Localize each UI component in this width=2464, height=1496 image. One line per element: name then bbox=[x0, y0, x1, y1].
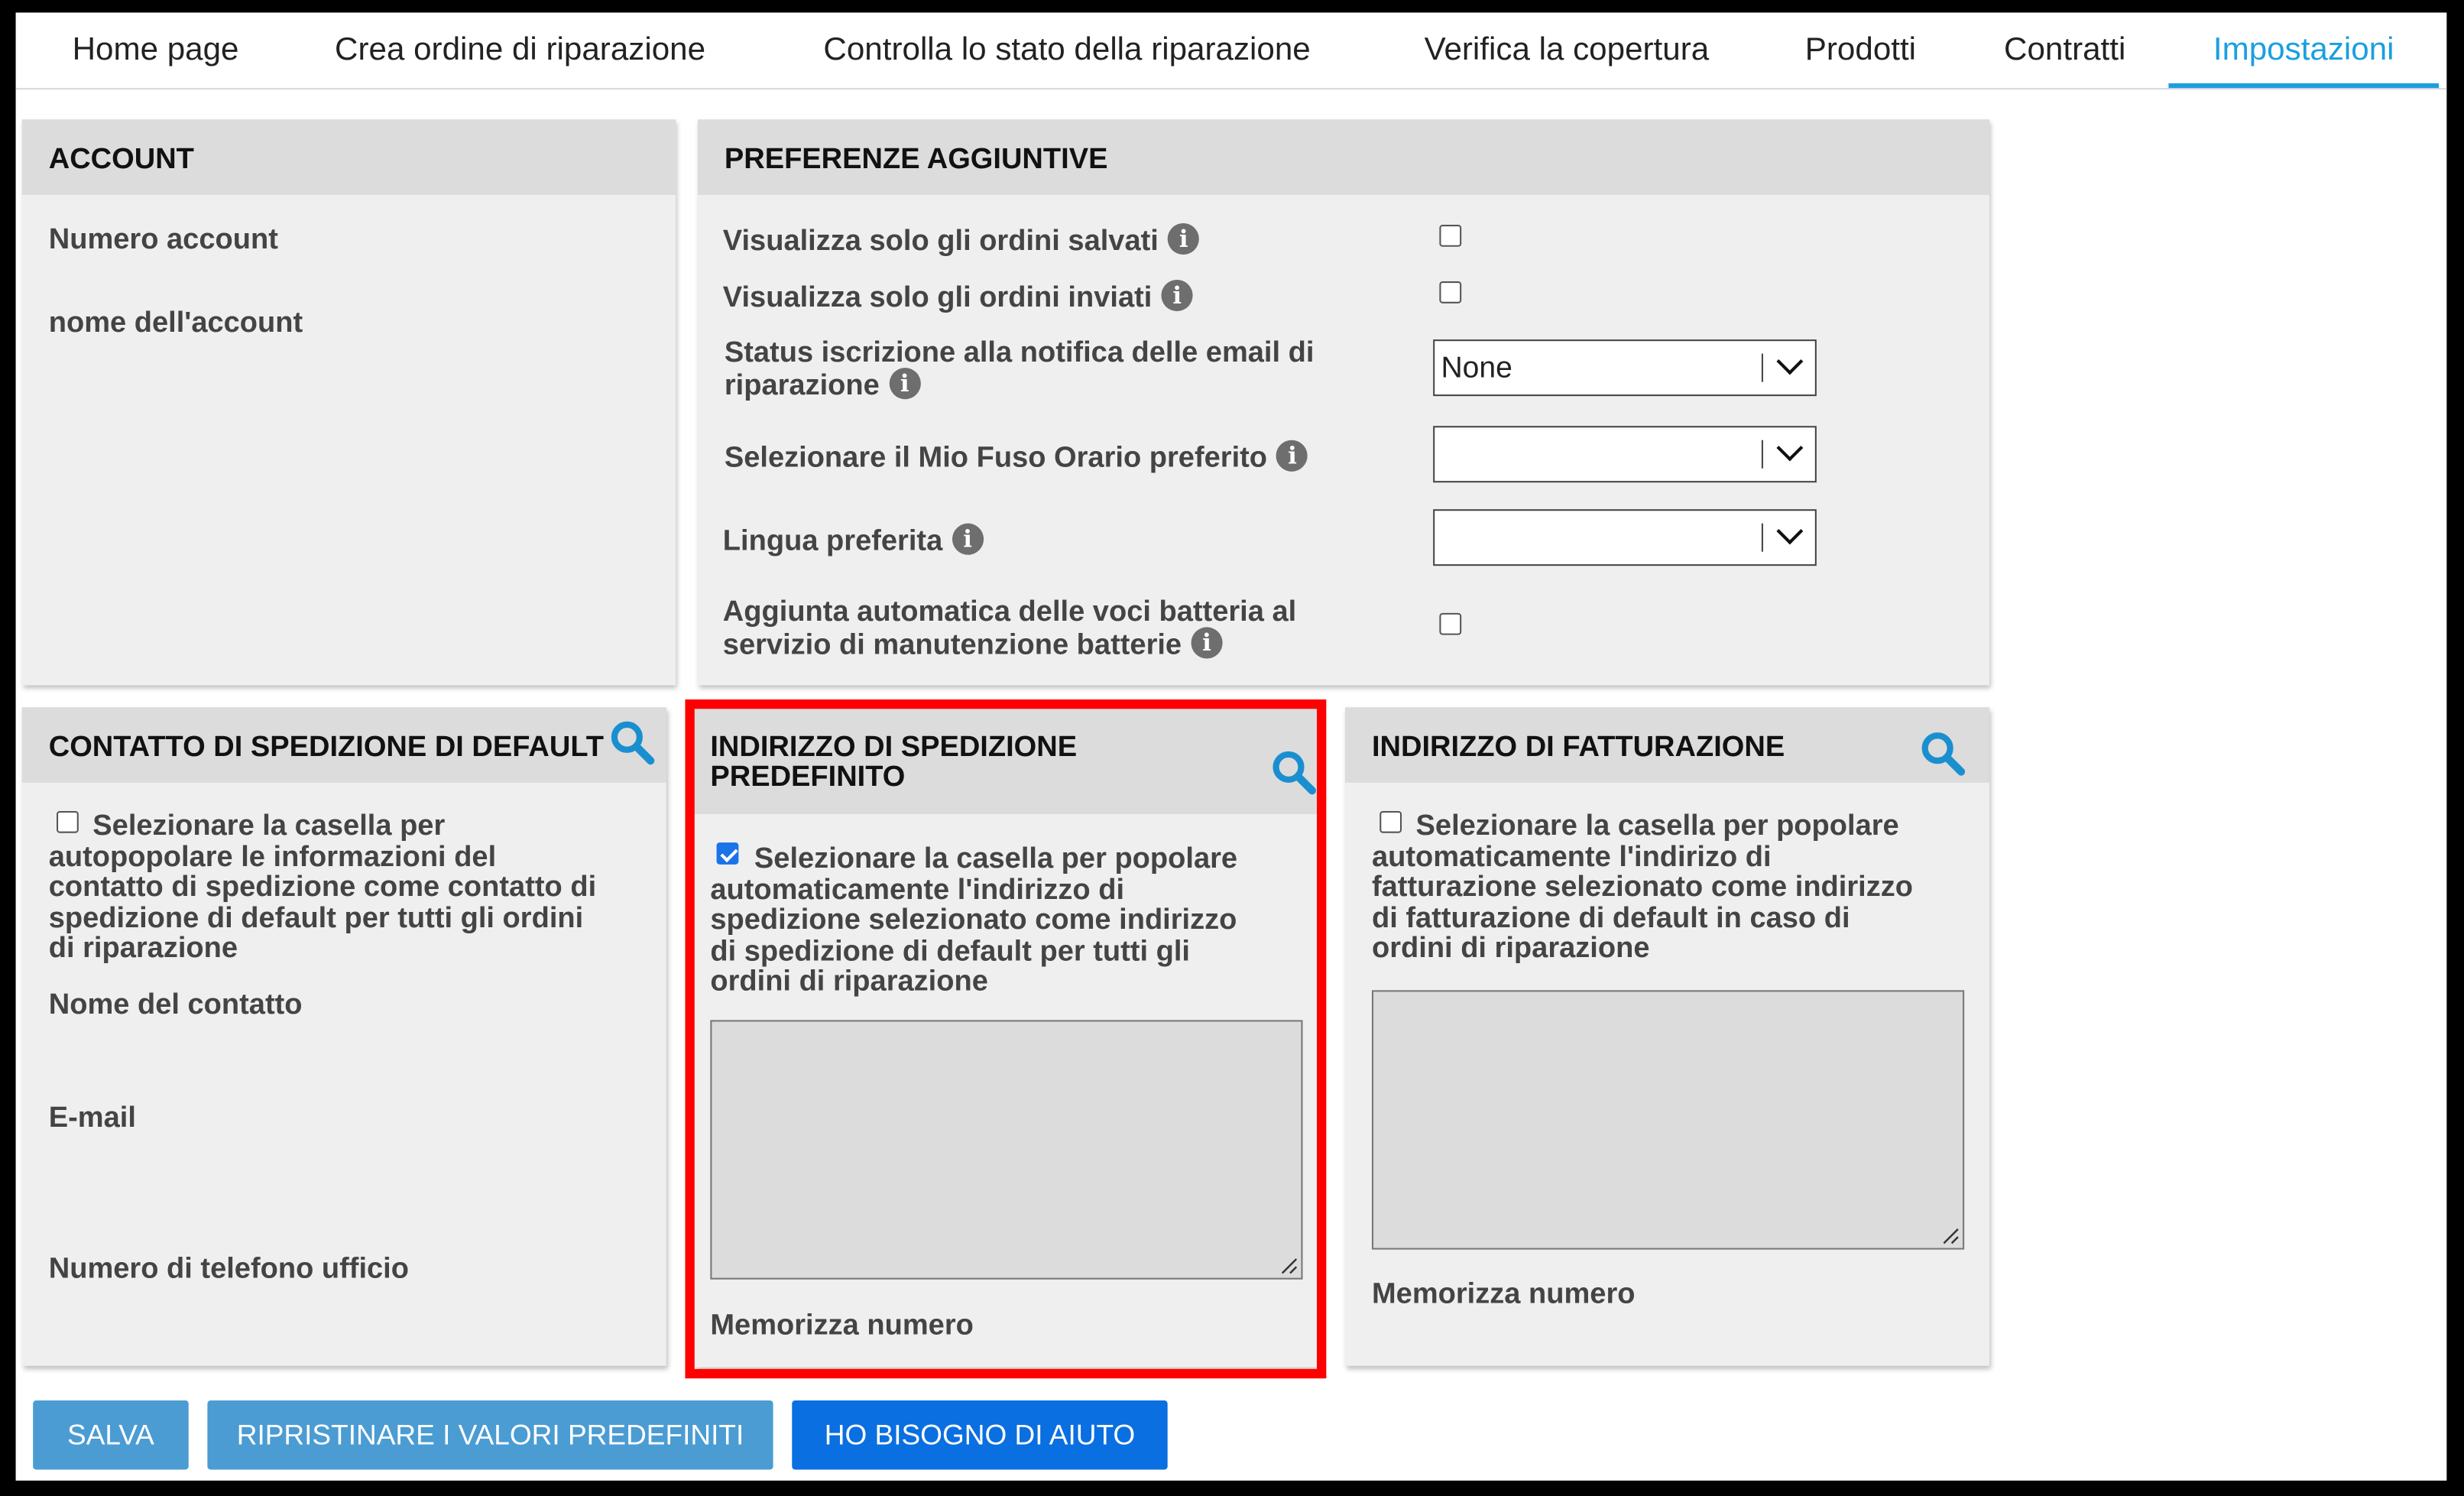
billing-store-number-label: Memorizza numero bbox=[1371, 1276, 1636, 1309]
info-icon[interactable]: i bbox=[1161, 280, 1193, 312]
shipping-address-title: INDIRIZZO DI SPEDIZIONE PREDEFINITO bbox=[710, 731, 1077, 790]
language-select[interactable] bbox=[1433, 509, 1817, 566]
cb-line: Selezionare la casella per bbox=[92, 807, 446, 842]
cb-line: ordini di riparazione bbox=[710, 963, 988, 997]
info-icon[interactable]: i bbox=[952, 523, 984, 556]
battery-label: Aggiunta automatica delle voci batteria … bbox=[723, 594, 1296, 662]
shipping-address-header: INDIRIZZO DI SPEDIZIONE PREDEFINITO bbox=[694, 707, 1319, 815]
account-number-label: Numero account bbox=[48, 221, 278, 255]
preferences-title: PREFERENZE AGGIUNTIVE bbox=[724, 141, 1108, 175]
account-title: ACCOUNT bbox=[48, 141, 194, 175]
cb-line: spedizione di default per tutti gli ordi… bbox=[48, 900, 584, 933]
shipping-address-title-line1: INDIRIZZO DI SPEDIZIONE bbox=[710, 729, 1078, 763]
email-status-label: Status iscrizione alla notifica delle em… bbox=[725, 335, 1315, 403]
cb-line: spedizione selezionato come indirizzo bbox=[710, 902, 1237, 936]
info-icon[interactable]: i bbox=[1168, 223, 1200, 255]
chevron-down-icon bbox=[1776, 518, 1804, 545]
app-root: Home page Crea ordine di riparazione Con… bbox=[0, 0, 2464, 1496]
tab-create-repair-order[interactable]: Crea ordine di riparazione bbox=[302, 12, 739, 88]
save-button[interactable]: SALVA bbox=[33, 1400, 189, 1470]
battery-line2: servizio di manutenzione batterie bbox=[722, 627, 1182, 660]
search-icon[interactable] bbox=[1918, 729, 1966, 777]
billing-address-checkbox-text: Selezionare la casella per popolare auto… bbox=[1372, 810, 1913, 962]
billing-address-textarea[interactable] bbox=[1371, 990, 1965, 1250]
tab-home[interactable]: Home page bbox=[44, 12, 267, 88]
saved-orders-label: Visualizza solo gli ordini salvati i bbox=[723, 223, 1200, 258]
saved-orders-text: Visualizza solo gli ordini salvati bbox=[722, 222, 1159, 257]
timezone-label: Selezionare il Mio Fuso Orario preferito… bbox=[725, 440, 1308, 475]
email-label: E-mail bbox=[48, 1100, 136, 1134]
tab-contracts[interactable]: Contratti bbox=[1977, 12, 2153, 88]
chevron-down-icon bbox=[1776, 348, 1804, 375]
tab-check-coverage[interactable]: Verifica la copertura bbox=[1392, 12, 1741, 88]
cb-line: di riparazione bbox=[48, 930, 238, 964]
resize-grip-icon[interactable] bbox=[1279, 1256, 1298, 1275]
email-status-line1: Status iscrizione alla notifica delle em… bbox=[724, 334, 1315, 368]
timezone-select[interactable] bbox=[1433, 426, 1817, 483]
account-panel: ACCOUNT Numero account nome dell'account bbox=[21, 119, 676, 686]
account-panel-header: ACCOUNT bbox=[21, 119, 676, 195]
shipping-contact-checkbox-text: Selezionare la casella per autopopolare … bbox=[49, 810, 596, 962]
reset-defaults-button[interactable]: RIPRISTINARE I VALORI PREDEFINITI bbox=[207, 1400, 773, 1470]
sent-orders-text: Visualizza solo gli ordini inviati bbox=[722, 279, 1153, 313]
cb-line: Selezionare la casella per popolare bbox=[1415, 807, 1899, 842]
battery-checkbox[interactable] bbox=[1439, 612, 1462, 635]
tab-settings[interactable]: Impostazioni bbox=[2168, 12, 2440, 89]
timezone-text: Selezionare il Mio Fuso Orario preferito bbox=[724, 440, 1268, 473]
cb-line: ordini di riparazione bbox=[1371, 930, 1650, 964]
tab-bar: Home page Crea ordine di riparazione Con… bbox=[15, 12, 2447, 90]
email-status-select[interactable]: None bbox=[1433, 339, 1817, 397]
tab-products[interactable]: Prodotti bbox=[1775, 12, 1945, 88]
page-frame: Home page Crea ordine di riparazione Con… bbox=[15, 12, 2447, 1481]
resize-grip-icon[interactable] bbox=[1940, 1226, 1960, 1245]
shipping-store-number-label: Memorizza numero bbox=[710, 1307, 974, 1341]
account-name-label: nome dell'account bbox=[48, 304, 303, 339]
email-status-value: None bbox=[1441, 352, 1512, 385]
search-icon[interactable] bbox=[608, 719, 656, 766]
search-icon[interactable] bbox=[1269, 748, 1317, 796]
shipping-contact-header: CONTATTO DI SPEDIZIONE DI DEFAULT bbox=[21, 707, 666, 783]
help-button[interactable]: HO BISOGNO DI AIUTO bbox=[792, 1400, 1168, 1470]
cb-line: autopopolare le informazioni del bbox=[48, 838, 497, 872]
chevron-down-icon bbox=[1776, 434, 1804, 462]
email-status-line2: riparazione bbox=[724, 368, 880, 401]
contact-name-label: Nome del contatto bbox=[48, 987, 303, 1021]
billing-address-title: INDIRIZZO DI FATTURAZIONE bbox=[1371, 729, 1785, 763]
language-text: Lingua preferita bbox=[722, 523, 943, 557]
preferences-panel: PREFERENZE AGGIUNTIVE Visualizza solo gl… bbox=[697, 119, 1990, 686]
sent-orders-label: Visualizza solo gli ordini inviati i bbox=[723, 280, 1193, 314]
select-divider bbox=[1761, 440, 1763, 469]
billing-address-panel: INDIRIZZO DI FATTURAZIONE Selezionare la… bbox=[1345, 707, 1990, 1366]
phone-label: Numero di telefono ufficio bbox=[48, 1251, 410, 1284]
shipping-address-panel: INDIRIZZO DI SPEDIZIONE PREDEFINITO Sele… bbox=[694, 707, 1319, 1368]
shipping-address-textarea[interactable] bbox=[710, 1020, 1303, 1280]
cb-line: contatto di spedizione come contatto di bbox=[48, 869, 597, 903]
battery-line1: Aggiunta automatica delle voci batteria … bbox=[722, 594, 1297, 628]
info-icon[interactable]: i bbox=[1191, 627, 1223, 659]
info-icon[interactable]: i bbox=[889, 368, 921, 400]
cb-line: di fatturazione di default in caso di bbox=[1371, 900, 1850, 933]
shipping-contact-panel: CONTATTO DI SPEDIZIONE DI DEFAULT Selezi… bbox=[21, 707, 666, 1366]
billing-address-header: INDIRIZZO DI FATTURAZIONE bbox=[1345, 707, 1990, 783]
sent-orders-checkbox[interactable] bbox=[1439, 281, 1462, 303]
cb-line: fatturazione selezionato come indirizzo bbox=[1371, 869, 1914, 903]
tab-repair-status[interactable]: Controlla lo stato della riparazione bbox=[780, 12, 1355, 88]
select-divider bbox=[1761, 353, 1763, 382]
shipping-address-checkbox-text: Selezionare la casella per popolare auto… bbox=[710, 842, 1237, 995]
cb-line: Selezionare la casella per popolare bbox=[754, 841, 1238, 875]
select-divider bbox=[1761, 523, 1763, 552]
language-label: Lingua preferita i bbox=[723, 524, 984, 558]
cb-line: automaticamente l'indirizo di bbox=[1371, 838, 1772, 872]
cb-line: di spedizione di default per tutti gli bbox=[710, 933, 1190, 966]
cb-line: automaticamente l'indirizzo di bbox=[710, 871, 1125, 905]
saved-orders-checkbox[interactable] bbox=[1439, 225, 1462, 247]
preferences-panel-header: PREFERENZE AGGIUNTIVE bbox=[697, 119, 1990, 195]
shipping-address-title-line2: PREDEFINITO bbox=[710, 759, 906, 793]
shipping-contact-title: CONTATTO DI SPEDIZIONE DI DEFAULT bbox=[48, 729, 604, 763]
info-icon[interactable]: i bbox=[1276, 440, 1308, 472]
